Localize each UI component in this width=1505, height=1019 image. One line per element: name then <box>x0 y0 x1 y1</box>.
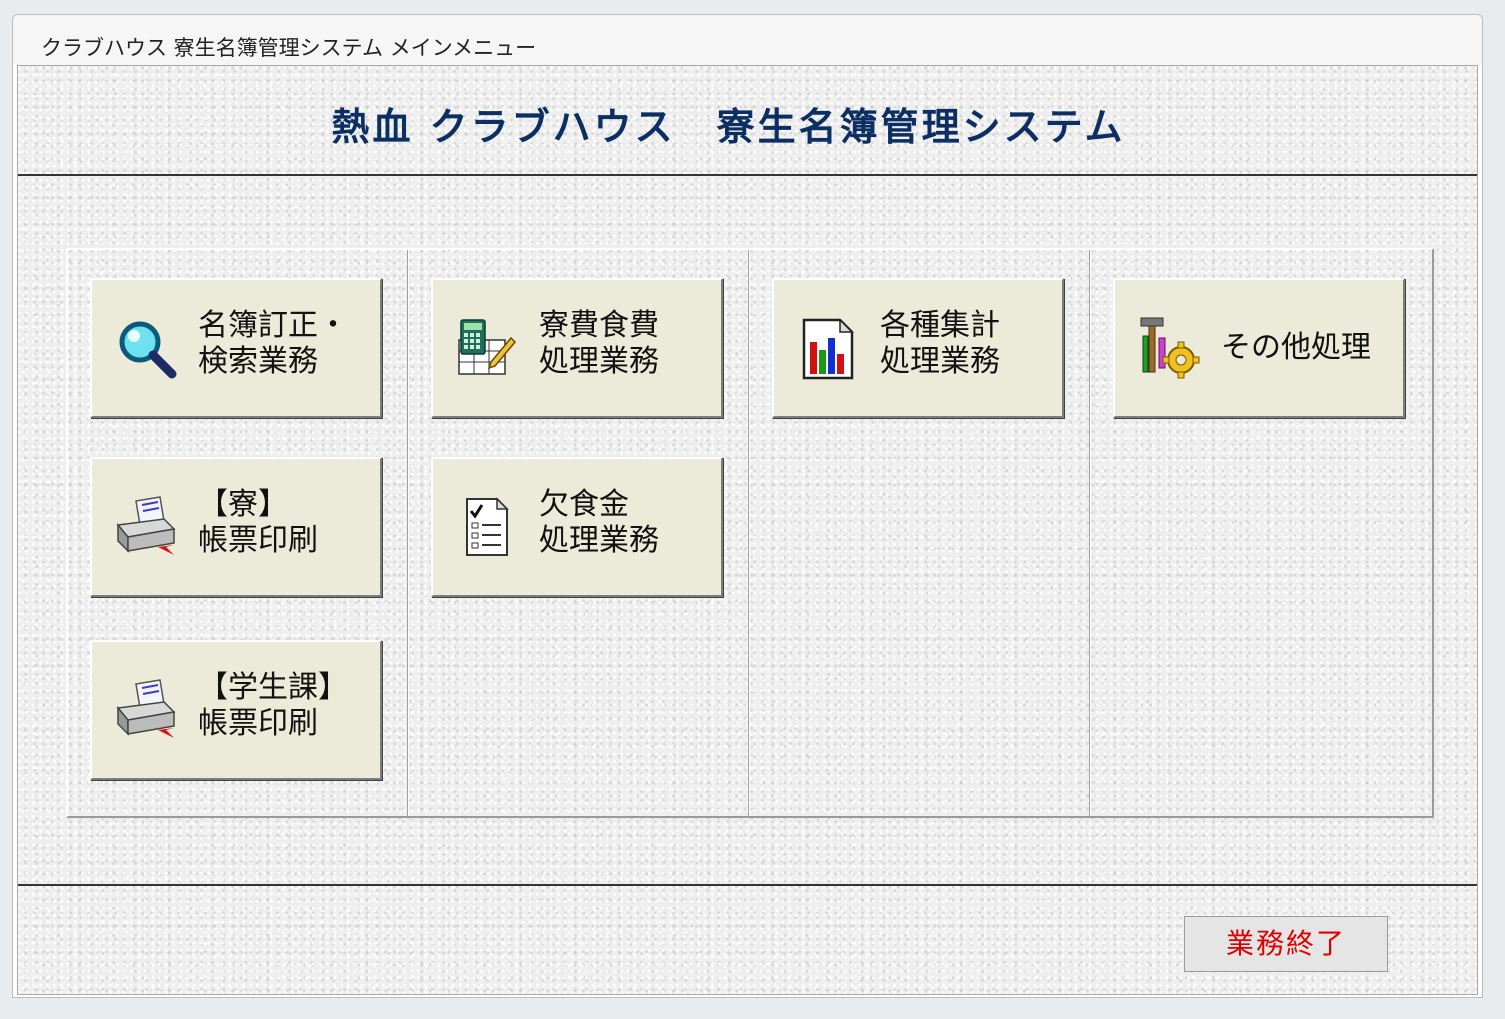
other-processing-button[interactable]: その他処理 <box>1113 278 1405 418</box>
fee-processing-label: 寮費食費 処理業務 <box>539 308 659 379</box>
absence-refund-button[interactable]: 欠食金 処理業務 <box>431 457 723 597</box>
footer-divider <box>18 884 1477 886</box>
tools-icon <box>1140 317 1200 379</box>
other-processing-label: その他処理 <box>1221 330 1371 365</box>
absence-refund-label: 欠食金 処理業務 <box>539 487 659 558</box>
app-title: 熱血 クラブハウス 寮生名簿管理システム <box>331 104 1126 149</box>
calculator-icon <box>458 319 517 375</box>
column-divider <box>748 250 750 816</box>
printer-icon <box>116 496 176 555</box>
student-affairs-print-button[interactable]: 【学生課】 帳票印刷 <box>90 640 382 780</box>
fee-processing-button[interactable]: 寮費食費 処理業務 <box>431 278 723 418</box>
roster-search-label: 名簿訂正・ 検索業務 <box>198 308 348 379</box>
main-menu-form: 熱血 クラブハウス 寮生名簿管理システム 名簿訂正・ 検索業務 【寮】 帳票印刷… <box>17 65 1478 995</box>
column-divider <box>407 250 409 816</box>
window-title: クラブハウス 寮生名簿管理システム メインメニュー <box>41 36 537 60</box>
checklist-icon <box>466 497 509 556</box>
bar-chart-icon <box>802 318 854 380</box>
statistics-label: 各種集計 処理業務 <box>880 308 1000 379</box>
dorm-print-button[interactable]: 【寮】 帳票印刷 <box>90 457 382 597</box>
roster-search-button[interactable]: 名簿訂正・ 検索業務 <box>90 278 382 418</box>
magnifier-icon <box>119 321 177 379</box>
exit-button[interactable]: 業務終了 <box>1184 916 1388 972</box>
app-window: クラブハウス 寮生名簿管理システム メインメニュー 熱血 クラブハウス 寮生名簿… <box>12 14 1483 998</box>
statistics-button[interactable]: 各種集計 処理業務 <box>772 278 1064 418</box>
menu-panel: 名簿訂正・ 検索業務 【寮】 帳票印刷 【学生課】 帳票印刷 寮費食費 処理業務… <box>66 248 1434 818</box>
header-divider <box>18 174 1477 176</box>
column-divider <box>1089 250 1091 816</box>
student-affairs-print-label: 【学生課】 帳票印刷 <box>198 670 348 741</box>
dorm-print-label: 【寮】 帳票印刷 <box>198 487 318 558</box>
title-bar[interactable]: クラブハウス 寮生名簿管理システム メインメニュー <box>13 15 1482 65</box>
printer-icon <box>116 679 176 738</box>
